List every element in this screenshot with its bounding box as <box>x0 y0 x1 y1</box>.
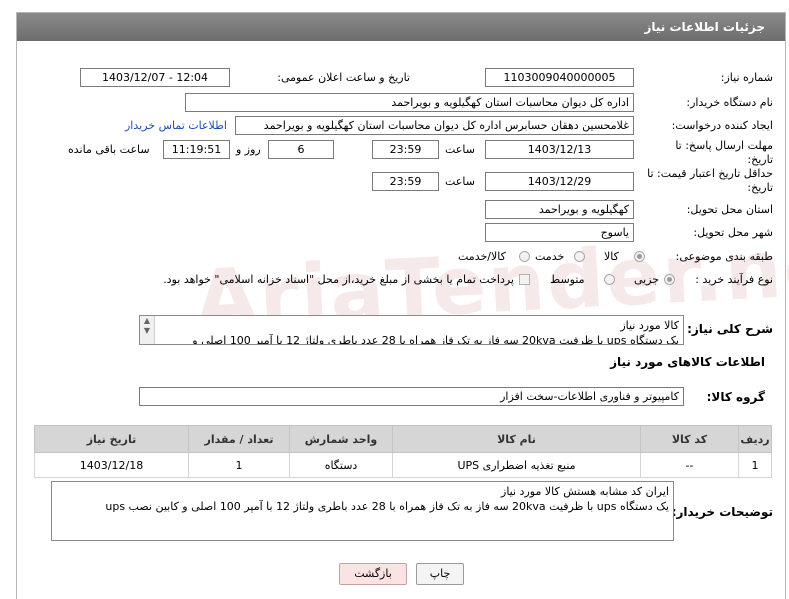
category-radio-both[interactable] <box>519 251 530 262</box>
description-line-1: کالا مورد نیاز <box>620 319 679 332</box>
category-option-both: کالا/خدمت <box>458 250 506 263</box>
cell-code: -- <box>640 452 739 478</box>
print-button[interactable]: چاپ <box>416 563 464 585</box>
treasury-payment-checkbox[interactable] <box>519 274 530 285</box>
category-radio-goods[interactable] <box>634 251 645 262</box>
goods-table: ردیف کد کالا نام کالا واحد شمارش تعداد /… <box>34 425 772 478</box>
province-field[interactable]: کهگیلویه و بویراحمد <box>485 200 634 219</box>
price-validity-time-label: ساعت <box>445 175 475 188</box>
scroll-up-icon[interactable]: ▲ <box>140 316 154 326</box>
days-remaining-field[interactable]: 6 <box>268 140 334 159</box>
category-option-goods: کالا <box>604 250 619 263</box>
category-label: طبقه بندی موضوعی: <box>675 250 773 263</box>
process-radio-medium[interactable] <box>604 274 615 285</box>
days-label: روز و <box>236 143 261 156</box>
process-option-medium: متوسط <box>550 273 585 286</box>
remaining-time-field[interactable]: 11:19:51 <box>163 140 230 159</box>
treasury-payment-note: پرداخت تمام یا بخشی از مبلغ خرید،از محل … <box>163 273 514 286</box>
cell-unit: دستگاه <box>289 452 393 478</box>
province-label: استان محل تحویل: <box>686 203 773 216</box>
description-scrollbar[interactable]: ▲ ▼ <box>140 316 155 344</box>
need-number-field[interactable]: 1103009040000005 <box>485 68 634 87</box>
table-row[interactable]: 1 -- منبع تغذیه اضطراری UPS دستگاه 1 140… <box>34 452 772 478</box>
col-name: نام کالا <box>392 425 641 453</box>
price-validity-time-field[interactable]: 23:59 <box>372 172 439 191</box>
cell-date: 1403/12/18 <box>34 452 189 478</box>
creator-label: ایجاد کننده درخواست: <box>671 119 773 132</box>
goods-group-field[interactable]: کامپیوتر و فناوری اطلاعات-سخت افزار <box>139 387 684 406</box>
cell-qty: 1 <box>188 452 290 478</box>
col-code: کد کالا <box>640 425 739 453</box>
description-label: شرح کلی نیاز: <box>687 322 773 336</box>
creator-field[interactable]: غلامحسین دهقان حسابرس اداره کل دیوان محا… <box>235 116 634 135</box>
description-line-2: یک دستگاه ups با ظرفیت 20kva سه فاز به ت… <box>192 334 679 345</box>
buyer-contact-link[interactable]: اطلاعات تماس خریدار <box>125 119 227 132</box>
category-radio-service[interactable] <box>574 251 585 262</box>
remaining-label: ساعت باقی مانده <box>68 143 150 156</box>
buyer-notes-line-1: ایران کد مشابه هستش کالا مورد نیاز <box>501 485 669 498</box>
process-label: نوع فرآیند خرید : <box>695 273 773 286</box>
page-title: جزئیات اطلاعات نیاز <box>17 13 785 41</box>
need-number-label: شماره نیاز: <box>720 71 773 84</box>
col-date: تاریخ نیاز <box>34 425 189 453</box>
buyer-field[interactable]: اداره کل دیوان محاسبات استان کهگیلویه و … <box>185 93 634 112</box>
goods-group-label: گروه کالا: <box>706 390 765 404</box>
back-button[interactable]: بازگشت <box>339 563 407 585</box>
city-field[interactable]: یاسوج <box>485 223 634 242</box>
announce-field[interactable]: 1403/12/07 - 12:04 <box>80 68 230 87</box>
deadline-label: مهلت ارسال پاسخ: تا تاریخ: <box>675 139 773 166</box>
buyer-label: نام دستگاه خریدار: <box>686 96 773 109</box>
process-radio-minor[interactable] <box>664 274 675 285</box>
goods-section-title: اطلاعات کالاهای مورد نیاز <box>610 355 765 369</box>
deadline-time-field[interactable]: 23:59 <box>372 140 439 159</box>
col-row: ردیف <box>738 425 772 453</box>
price-validity-date-field[interactable]: 1403/12/29 <box>485 172 634 191</box>
scroll-down-icon[interactable]: ▼ <box>140 326 154 336</box>
col-qty: تعداد / مقدار <box>188 425 290 453</box>
announce-label: تاریخ و ساعت اعلان عمومی: <box>277 71 410 84</box>
cell-name: منبع تغذیه اضطراری UPS <box>392 452 641 478</box>
price-validity-label: حداقل تاریخ اعتبار قیمت: تا تاریخ: <box>647 167 773 194</box>
deadline-date-field[interactable]: 1403/12/13 <box>485 140 634 159</box>
category-option-service: خدمت <box>535 250 565 263</box>
deadline-time-label: ساعت <box>445 143 475 156</box>
process-option-minor: جزیی <box>634 273 660 286</box>
buyer-notes-label: توضیحات خریدار: <box>671 505 773 519</box>
description-textarea[interactable]: کالا مورد نیاز یک دستگاه ups با ظرفیت 20… <box>139 315 684 345</box>
goods-table-header: ردیف کد کالا نام کالا واحد شمارش تعداد /… <box>34 425 772 453</box>
cell-row: 1 <box>738 452 772 478</box>
buyer-notes-line-2: یک دستگاه ups با ظرفیت 20kva سه فاز به ت… <box>105 500 669 513</box>
city-label: شهر محل تحویل: <box>693 226 773 239</box>
col-unit: واحد شمارش <box>289 425 393 453</box>
buyer-notes-textarea[interactable]: ایران کد مشابه هستش کالا مورد نیاز یک دس… <box>51 481 674 541</box>
